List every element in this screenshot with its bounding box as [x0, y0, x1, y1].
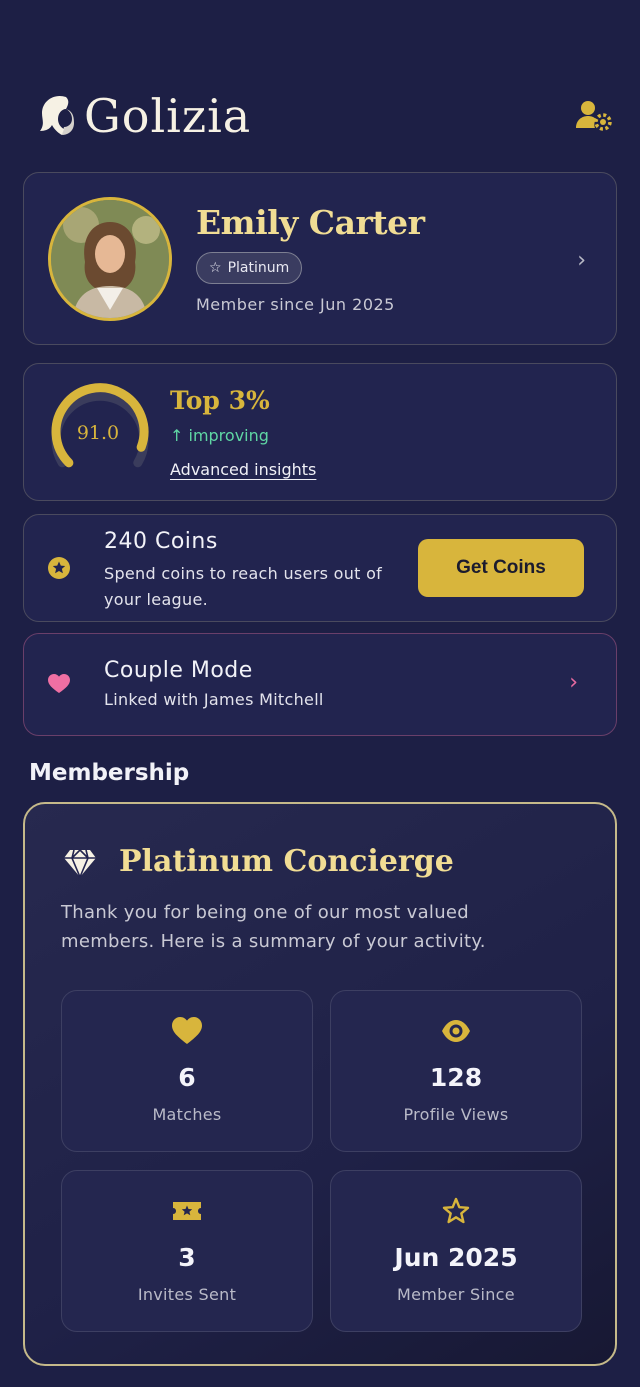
stat-value: 128: [429, 1063, 483, 1092]
stat-member-since: Jun 2025 Member Since: [330, 1170, 582, 1332]
stat-label: Member Since: [397, 1285, 515, 1304]
star-outline-icon: ☆: [209, 260, 222, 276]
eye-icon: [442, 1020, 470, 1042]
tier-badge: ☆ Platinum: [196, 252, 303, 284]
membership-section-title: Membership: [29, 760, 190, 786]
concierge-title: Platinum Concierge: [119, 844, 454, 879]
user-settings-icon[interactable]: [574, 98, 614, 134]
stat-profile-views: 128 Profile Views: [330, 990, 582, 1152]
membership-card: Platinum Concierge Thank you for being o…: [23, 802, 617, 1366]
coins-card: 240 Coins Spend coins to reach users out…: [23, 514, 617, 622]
profile-card[interactable]: Emily Carter ☆ Platinum Member since Jun…: [23, 172, 617, 345]
stat-invites-sent: 3 Invites Sent: [61, 1170, 313, 1332]
ticket-icon: [173, 1202, 201, 1220]
member-since: Member since Jun 2025: [196, 295, 395, 314]
chevron-right-icon[interactable]: ›: [569, 670, 578, 695]
diamond-icon: [64, 848, 96, 878]
get-coins-button[interactable]: Get Coins: [418, 539, 584, 597]
concierge-description: Thank you for being one of our most valu…: [61, 902, 486, 952]
woman-profile-logo-icon: [40, 95, 74, 135]
stat-value: 6: [178, 1063, 196, 1092]
profile-photo: [51, 200, 169, 318]
rank-label: Top 3%: [170, 386, 270, 415]
stat-matches: 6 Matches: [61, 990, 313, 1152]
stat-label: Profile Views: [403, 1105, 509, 1124]
coins-description: Spend coins to reach users out of your l…: [104, 564, 383, 609]
score-card: 91.0 Top 3% ↑ improving Advanced insight…: [23, 363, 617, 501]
stat-label: Invites Sent: [137, 1285, 237, 1304]
stat-label: Matches: [152, 1105, 222, 1124]
avatar: [48, 197, 172, 321]
trend-indicator: ↑ improving: [170, 426, 269, 445]
advanced-insights-link[interactable]: Advanced insights: [170, 460, 316, 479]
profile-name: Emily Carter: [196, 203, 425, 242]
stat-value: 3: [178, 1243, 196, 1272]
stat-value: Jun 2025: [394, 1243, 518, 1272]
star-outline-icon: [442, 1197, 470, 1224]
tier-label: Platinum: [227, 260, 290, 276]
score-value: 91.0: [76, 422, 120, 444]
couple-mode-card[interactable]: Couple Mode Linked with James Mitchell ›: [23, 633, 617, 736]
heart-icon: [48, 674, 70, 693]
coin-star-icon: [48, 557, 70, 579]
app-name: Golizia: [84, 89, 252, 143]
app-logo: Golizia: [36, 88, 251, 144]
heart-icon: [172, 1017, 202, 1044]
header: Golizia: [0, 0, 640, 170]
couple-mode-title: Couple Mode: [104, 658, 253, 683]
chevron-right-icon[interactable]: ›: [577, 248, 586, 273]
coins-balance: 240 Coins: [104, 529, 218, 554]
couple-linked-with: Linked with James Mitchell: [104, 690, 324, 709]
